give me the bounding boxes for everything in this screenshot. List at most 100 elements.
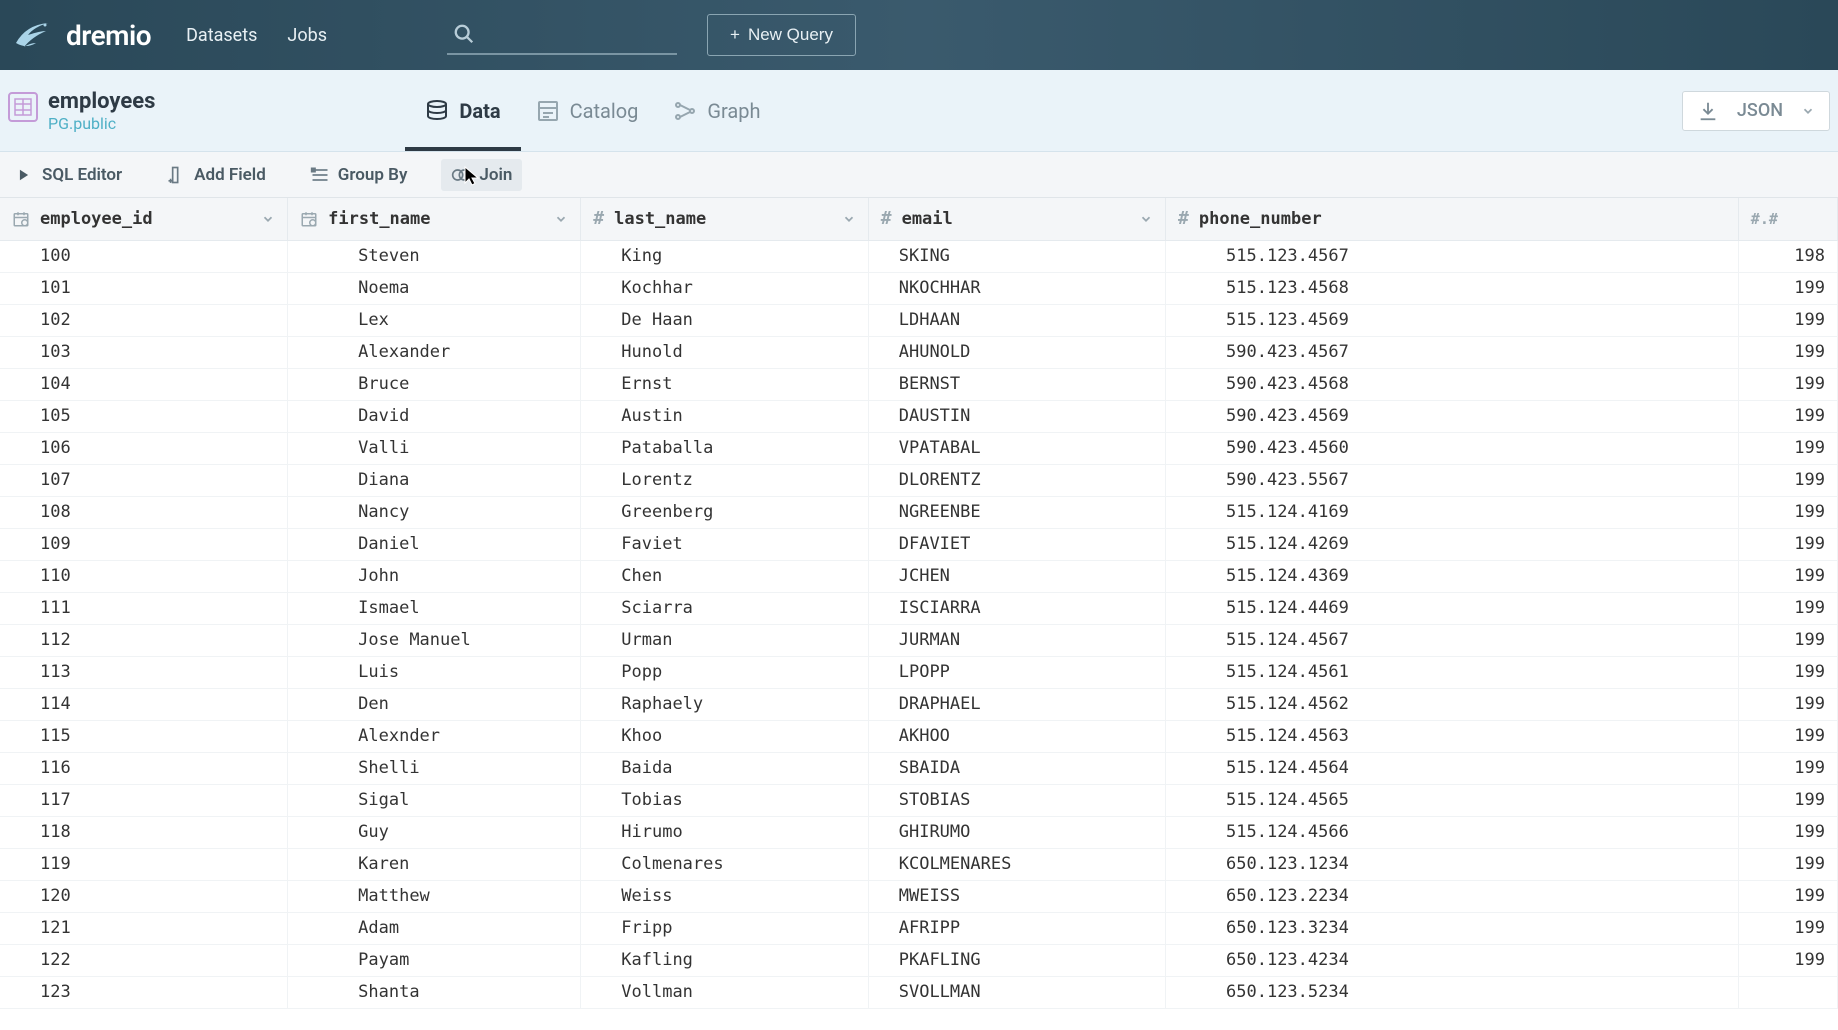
cell-employee-id[interactable]: 112 bbox=[0, 624, 288, 656]
cell-phone-number[interactable]: 515.123.4567 bbox=[1166, 240, 1739, 272]
group-by-button[interactable]: Group By bbox=[300, 159, 418, 191]
cell-first-name[interactable]: Noema bbox=[288, 272, 581, 304]
cell-truncated[interactable]: 199 bbox=[1738, 464, 1837, 496]
cell-first-name[interactable]: Diana bbox=[288, 464, 581, 496]
nav-jobs[interactable]: Jobs bbox=[287, 25, 327, 46]
cell-phone-number[interactable]: 590.423.4567 bbox=[1166, 336, 1739, 368]
cell-phone-number[interactable]: 650.123.1234 bbox=[1166, 848, 1739, 880]
cell-employee-id[interactable]: 107 bbox=[0, 464, 288, 496]
cell-truncated[interactable]: 199 bbox=[1738, 432, 1837, 464]
cell-truncated[interactable]: 199 bbox=[1738, 304, 1837, 336]
table-row[interactable]: 109DanielFavietDFAVIET515.124.4269199 bbox=[0, 528, 1838, 560]
cell-email[interactable]: JCHEN bbox=[868, 560, 1165, 592]
column-header-employee-id[interactable]: employee_id bbox=[0, 198, 288, 240]
column-header-email[interactable]: # email bbox=[868, 198, 1165, 240]
cell-first-name[interactable]: Ismael bbox=[288, 592, 581, 624]
cell-employee-id[interactable]: 100 bbox=[0, 240, 288, 272]
cell-employee-id[interactable]: 110 bbox=[0, 560, 288, 592]
cell-email[interactable]: LDHAAN bbox=[868, 304, 1165, 336]
cell-email[interactable]: AKHOO bbox=[868, 720, 1165, 752]
table-row[interactable]: 102LexDe HaanLDHAAN515.123.4569199 bbox=[0, 304, 1838, 336]
cell-phone-number[interactable]: 515.124.4562 bbox=[1166, 688, 1739, 720]
cell-employee-id[interactable]: 118 bbox=[0, 816, 288, 848]
cell-truncated[interactable]: 199 bbox=[1738, 656, 1837, 688]
chevron-down-icon[interactable] bbox=[842, 212, 856, 226]
cell-email[interactable]: SVOLLMAN bbox=[868, 976, 1165, 1008]
cell-phone-number[interactable]: 515.124.4169 bbox=[1166, 496, 1739, 528]
tab-graph[interactable]: Graph bbox=[673, 70, 760, 151]
column-header-first-name[interactable]: first_name bbox=[288, 198, 581, 240]
cell-email[interactable]: DRAPHAEL bbox=[868, 688, 1165, 720]
tab-catalog[interactable]: Catalog bbox=[536, 70, 639, 151]
table-row[interactable]: 122PayamKaflingPKAFLING650.123.4234199 bbox=[0, 944, 1838, 976]
join-button[interactable]: Join bbox=[441, 159, 522, 191]
cell-truncated[interactable]: 199 bbox=[1738, 560, 1837, 592]
table-row[interactable]: 103AlexanderHunoldAHUNOLD590.423.4567199 bbox=[0, 336, 1838, 368]
cell-last-name[interactable]: Fripp bbox=[581, 912, 868, 944]
cell-first-name[interactable]: Alexnder bbox=[288, 720, 581, 752]
cell-phone-number[interactable]: 515.124.4565 bbox=[1166, 784, 1739, 816]
cell-email[interactable]: KCOLMENARES bbox=[868, 848, 1165, 880]
cell-last-name[interactable]: Chen bbox=[581, 560, 868, 592]
brand[interactable]: dremio bbox=[8, 11, 151, 59]
cell-last-name[interactable]: Colmenares bbox=[581, 848, 868, 880]
cell-email[interactable]: JURMAN bbox=[868, 624, 1165, 656]
column-header-phone-number[interactable]: # phone_number bbox=[1166, 198, 1739, 240]
cell-phone-number[interactable]: 650.123.3234 bbox=[1166, 912, 1739, 944]
cell-phone-number[interactable]: 515.123.4569 bbox=[1166, 304, 1739, 336]
cell-truncated[interactable]: 199 bbox=[1738, 752, 1837, 784]
cell-truncated[interactable]: 199 bbox=[1738, 272, 1837, 304]
cell-email[interactable]: DLORENTZ bbox=[868, 464, 1165, 496]
cell-employee-id[interactable]: 120 bbox=[0, 880, 288, 912]
table-row[interactable]: 107DianaLorentzDLORENTZ590.423.5567199 bbox=[0, 464, 1838, 496]
download-format-selector[interactable]: JSON bbox=[1682, 91, 1830, 131]
chevron-down-icon[interactable] bbox=[554, 212, 568, 226]
cell-last-name[interactable]: Kochhar bbox=[581, 272, 868, 304]
table-row[interactable]: 117SigalTobiasSTOBIAS515.124.4565199 bbox=[0, 784, 1838, 816]
add-field-button[interactable]: Add Field bbox=[156, 159, 276, 191]
cell-last-name[interactable]: Hunold bbox=[581, 336, 868, 368]
cell-last-name[interactable]: Lorentz bbox=[581, 464, 868, 496]
cell-first-name[interactable]: Daniel bbox=[288, 528, 581, 560]
cell-first-name[interactable]: Karen bbox=[288, 848, 581, 880]
cell-email[interactable]: SKING bbox=[868, 240, 1165, 272]
cell-truncated[interactable]: 199 bbox=[1738, 592, 1837, 624]
tab-data[interactable]: Data bbox=[425, 70, 500, 151]
cell-email[interactable]: MWEISS bbox=[868, 880, 1165, 912]
cell-employee-id[interactable]: 122 bbox=[0, 944, 288, 976]
cell-truncated[interactable]: 199 bbox=[1738, 784, 1837, 816]
cell-last-name[interactable]: Khoo bbox=[581, 720, 868, 752]
cell-last-name[interactable]: Baida bbox=[581, 752, 868, 784]
cell-truncated[interactable]: 199 bbox=[1738, 944, 1837, 976]
cell-phone-number[interactable]: 650.123.5234 bbox=[1166, 976, 1739, 1008]
table-row[interactable]: 112Jose ManuelUrmanJURMAN515.124.4567199 bbox=[0, 624, 1838, 656]
cell-first-name[interactable]: Luis bbox=[288, 656, 581, 688]
cell-phone-number[interactable]: 515.124.4469 bbox=[1166, 592, 1739, 624]
cell-last-name[interactable]: Urman bbox=[581, 624, 868, 656]
cell-truncated[interactable]: 199 bbox=[1738, 880, 1837, 912]
cell-truncated[interactable]: 199 bbox=[1738, 496, 1837, 528]
cell-first-name[interactable]: Bruce bbox=[288, 368, 581, 400]
cell-employee-id[interactable]: 106 bbox=[0, 432, 288, 464]
table-row[interactable]: 100StevenKingSKING515.123.4567198 bbox=[0, 240, 1838, 272]
cell-first-name[interactable]: Shelli bbox=[288, 752, 581, 784]
cell-phone-number[interactable]: 515.124.4369 bbox=[1166, 560, 1739, 592]
table-row[interactable]: 120MatthewWeissMWEISS650.123.2234199 bbox=[0, 880, 1838, 912]
cell-last-name[interactable]: Popp bbox=[581, 656, 868, 688]
cell-email[interactable]: STOBIAS bbox=[868, 784, 1165, 816]
table-row[interactable]: 111IsmaelSciarraISCIARRA515.124.4469199 bbox=[0, 592, 1838, 624]
table-row[interactable]: 116ShelliBaidaSBAIDA515.124.4564199 bbox=[0, 752, 1838, 784]
cell-last-name[interactable]: De Haan bbox=[581, 304, 868, 336]
cell-email[interactable]: ISCIARRA bbox=[868, 592, 1165, 624]
table-row[interactable]: 108NancyGreenbergNGREENBE515.124.4169199 bbox=[0, 496, 1838, 528]
cell-employee-id[interactable]: 105 bbox=[0, 400, 288, 432]
cell-employee-id[interactable]: 117 bbox=[0, 784, 288, 816]
cell-first-name[interactable]: Shanta bbox=[288, 976, 581, 1008]
cell-truncated[interactable]: 199 bbox=[1738, 720, 1837, 752]
cell-phone-number[interactable]: 515.124.4567 bbox=[1166, 624, 1739, 656]
cell-first-name[interactable]: Matthew bbox=[288, 880, 581, 912]
cell-phone-number[interactable]: 515.124.4566 bbox=[1166, 816, 1739, 848]
dataset-path[interactable]: PG.public bbox=[48, 114, 155, 133]
cell-email[interactable]: DFAVIET bbox=[868, 528, 1165, 560]
cell-phone-number[interactable]: 515.124.4563 bbox=[1166, 720, 1739, 752]
